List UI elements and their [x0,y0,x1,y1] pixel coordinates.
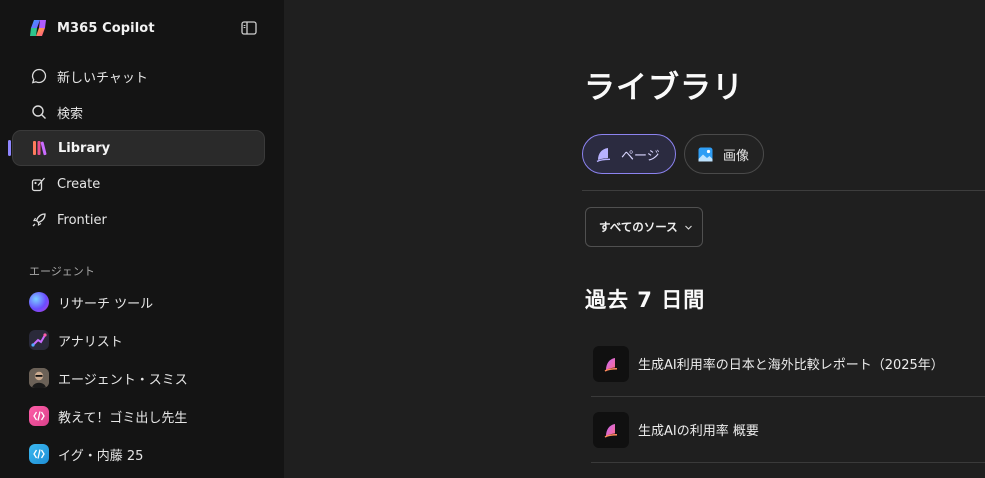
nav-label: 検索 [57,106,84,122]
copilot-logo-icon [30,20,46,36]
document-list: 生成AI利用率の日本と海外比較レポート（2025年） 生成AIの利用率 概要 [591,331,985,463]
document-row[interactable]: 生成AI利用率の日本と海外比較レポート（2025年） [591,331,985,397]
nav-frontier[interactable]: Frontier [12,202,265,238]
research-agent-icon [29,292,49,312]
main-panel: ライブラリ ページ 画像 すべてのソース 過去 7 日間 生成AI利用率の日本と… [284,0,985,478]
agent-item-gomi[interactable]: 教えて！ゴミ出し先生 [12,397,265,435]
agent-list: リサーチ ツール アナリスト エージェント・スミス 教えて！ゴミ出し先生 イグ・… [12,283,265,473]
agent-label: アナリスト [58,334,123,350]
agent-item-ig-naito[interactable]: イグ・内藤 25 [12,435,265,473]
chevron-down-icon [684,225,692,230]
nav-label: 新しいチャット [57,70,148,86]
agent-label: 教えて！ゴミ出し先生 [58,410,188,426]
brand[interactable]: M365 Copilot [28,18,155,38]
nav-label: Library [58,140,111,156]
agent-label: エージェント・スミス [58,372,188,388]
sidebar-toggle-icon[interactable] [240,19,258,37]
tab-label: ページ [621,148,660,164]
ig-naito-agent-icon [29,444,49,464]
filter-label: すべてのソース [599,220,678,234]
app-name: M365 Copilot [57,20,155,36]
nav-label: Create [57,176,101,192]
agent-label: リサーチ ツール [58,296,154,312]
tab-pages[interactable]: ページ [582,134,676,174]
agent-label: イグ・内藤 25 [58,448,144,464]
nav-new-chat[interactable]: 新しいチャット [12,58,265,94]
page-document-icon [593,345,629,382]
create-icon [30,175,48,193]
section-heading: 過去 7 日間 [585,288,706,312]
sidebar-nav: 新しいチャット 検索 Library Create Frontier [12,58,265,238]
agent-item-smith[interactable]: エージェント・スミス [12,359,265,397]
nav-search[interactable]: 検索 [12,94,265,130]
document-title: 生成AI利用率の日本と海外比較レポート（2025年） [638,358,944,373]
search-icon [30,103,48,121]
agent-item-analyst[interactable]: アナリスト [12,321,265,359]
source-filter-dropdown[interactable]: すべてのソース [585,207,703,247]
page-document-icon [593,411,629,448]
page-title: ライブラリ [584,70,744,106]
agent-smith-avatar [29,368,49,388]
tab-images[interactable]: 画像 [684,134,764,174]
nav-library[interactable]: Library [12,130,265,166]
agent-item-research[interactable]: リサーチ ツール [12,283,265,321]
document-row[interactable]: 生成AIの利用率 概要 [591,397,985,463]
chat-bubble-icon [30,67,48,85]
tab-label: 画像 [723,148,750,164]
analyst-agent-icon [29,330,49,350]
pages-icon [596,147,611,162]
document-title: 生成AIの利用率 概要 [638,424,759,439]
nav-create[interactable]: Create [12,166,265,202]
image-icon [698,147,713,161]
gomi-agent-icon [29,406,49,426]
rocket-icon [30,211,48,229]
tabs-divider [582,190,985,191]
sidebar: M365 Copilot 新しいチャット 検索 Library Create F… [0,0,284,478]
library-icon [31,139,49,157]
active-indicator [8,140,11,156]
agents-section-label: エージェント [29,265,95,278]
nav-label: Frontier [57,212,107,228]
